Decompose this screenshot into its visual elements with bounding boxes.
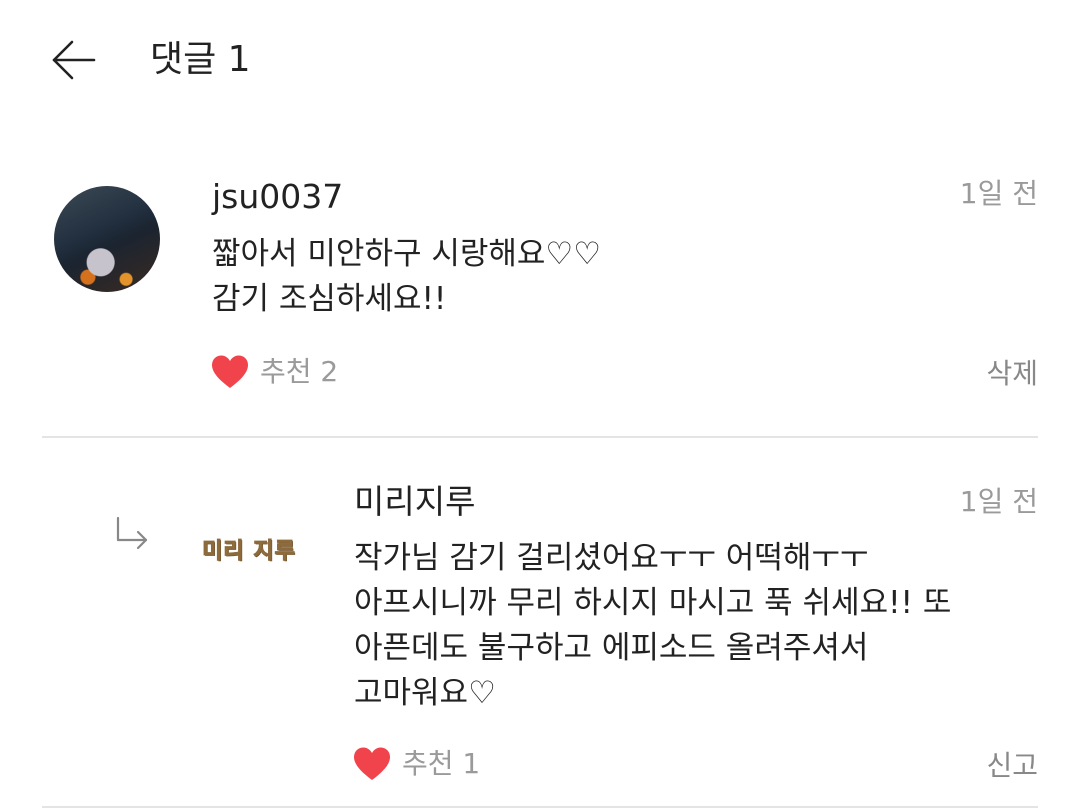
avatar[interactable]: 미리 지루 <box>196 496 302 602</box>
delete-button[interactable]: 삭제 <box>986 356 1038 392</box>
back-button[interactable] <box>44 34 100 86</box>
heart-icon <box>354 747 390 780</box>
comment-time: 1일 전 <box>959 485 1038 518</box>
comment-time: 1일 전 <box>959 177 1038 210</box>
header-bar: 댓글 1 <box>0 0 1080 120</box>
divider <box>42 436 1038 438</box>
arrow-left-icon <box>52 40 96 80</box>
page-title: 댓글 1 <box>150 39 251 80</box>
avatar-logo-text: 미리 지루 <box>202 539 296 565</box>
divider <box>42 806 1038 808</box>
comment-body: 작가님 감기 걸리셨어요ㅜㅜ 어떡해ㅜㅜ 아프시니까 무리 하시지 마시고 푹 … <box>354 540 952 711</box>
like-button[interactable]: 추천 1 <box>352 746 480 782</box>
reply-arrow-icon <box>116 516 148 550</box>
like-count-label: 추천 1 <box>402 747 481 780</box>
like-button[interactable]: 추천 2 <box>210 354 338 390</box>
heart-icon <box>212 355 248 388</box>
comment-username[interactable]: jsu0037 <box>212 177 343 217</box>
comment-body: 짧아서 미안하구 시랑해요♡♡ 감기 조심하세요!! <box>212 236 602 317</box>
comment-username[interactable]: 미리지루 <box>354 482 475 522</box>
like-count-label: 추천 2 <box>260 355 339 388</box>
avatar[interactable] <box>54 186 160 292</box>
report-button[interactable]: 신고 <box>986 748 1038 784</box>
comments-page: 댓글 1 jsu0037 1일 전 짧아서 미안하구 시랑해요♡♡ 감기 조심하… <box>0 0 1080 810</box>
